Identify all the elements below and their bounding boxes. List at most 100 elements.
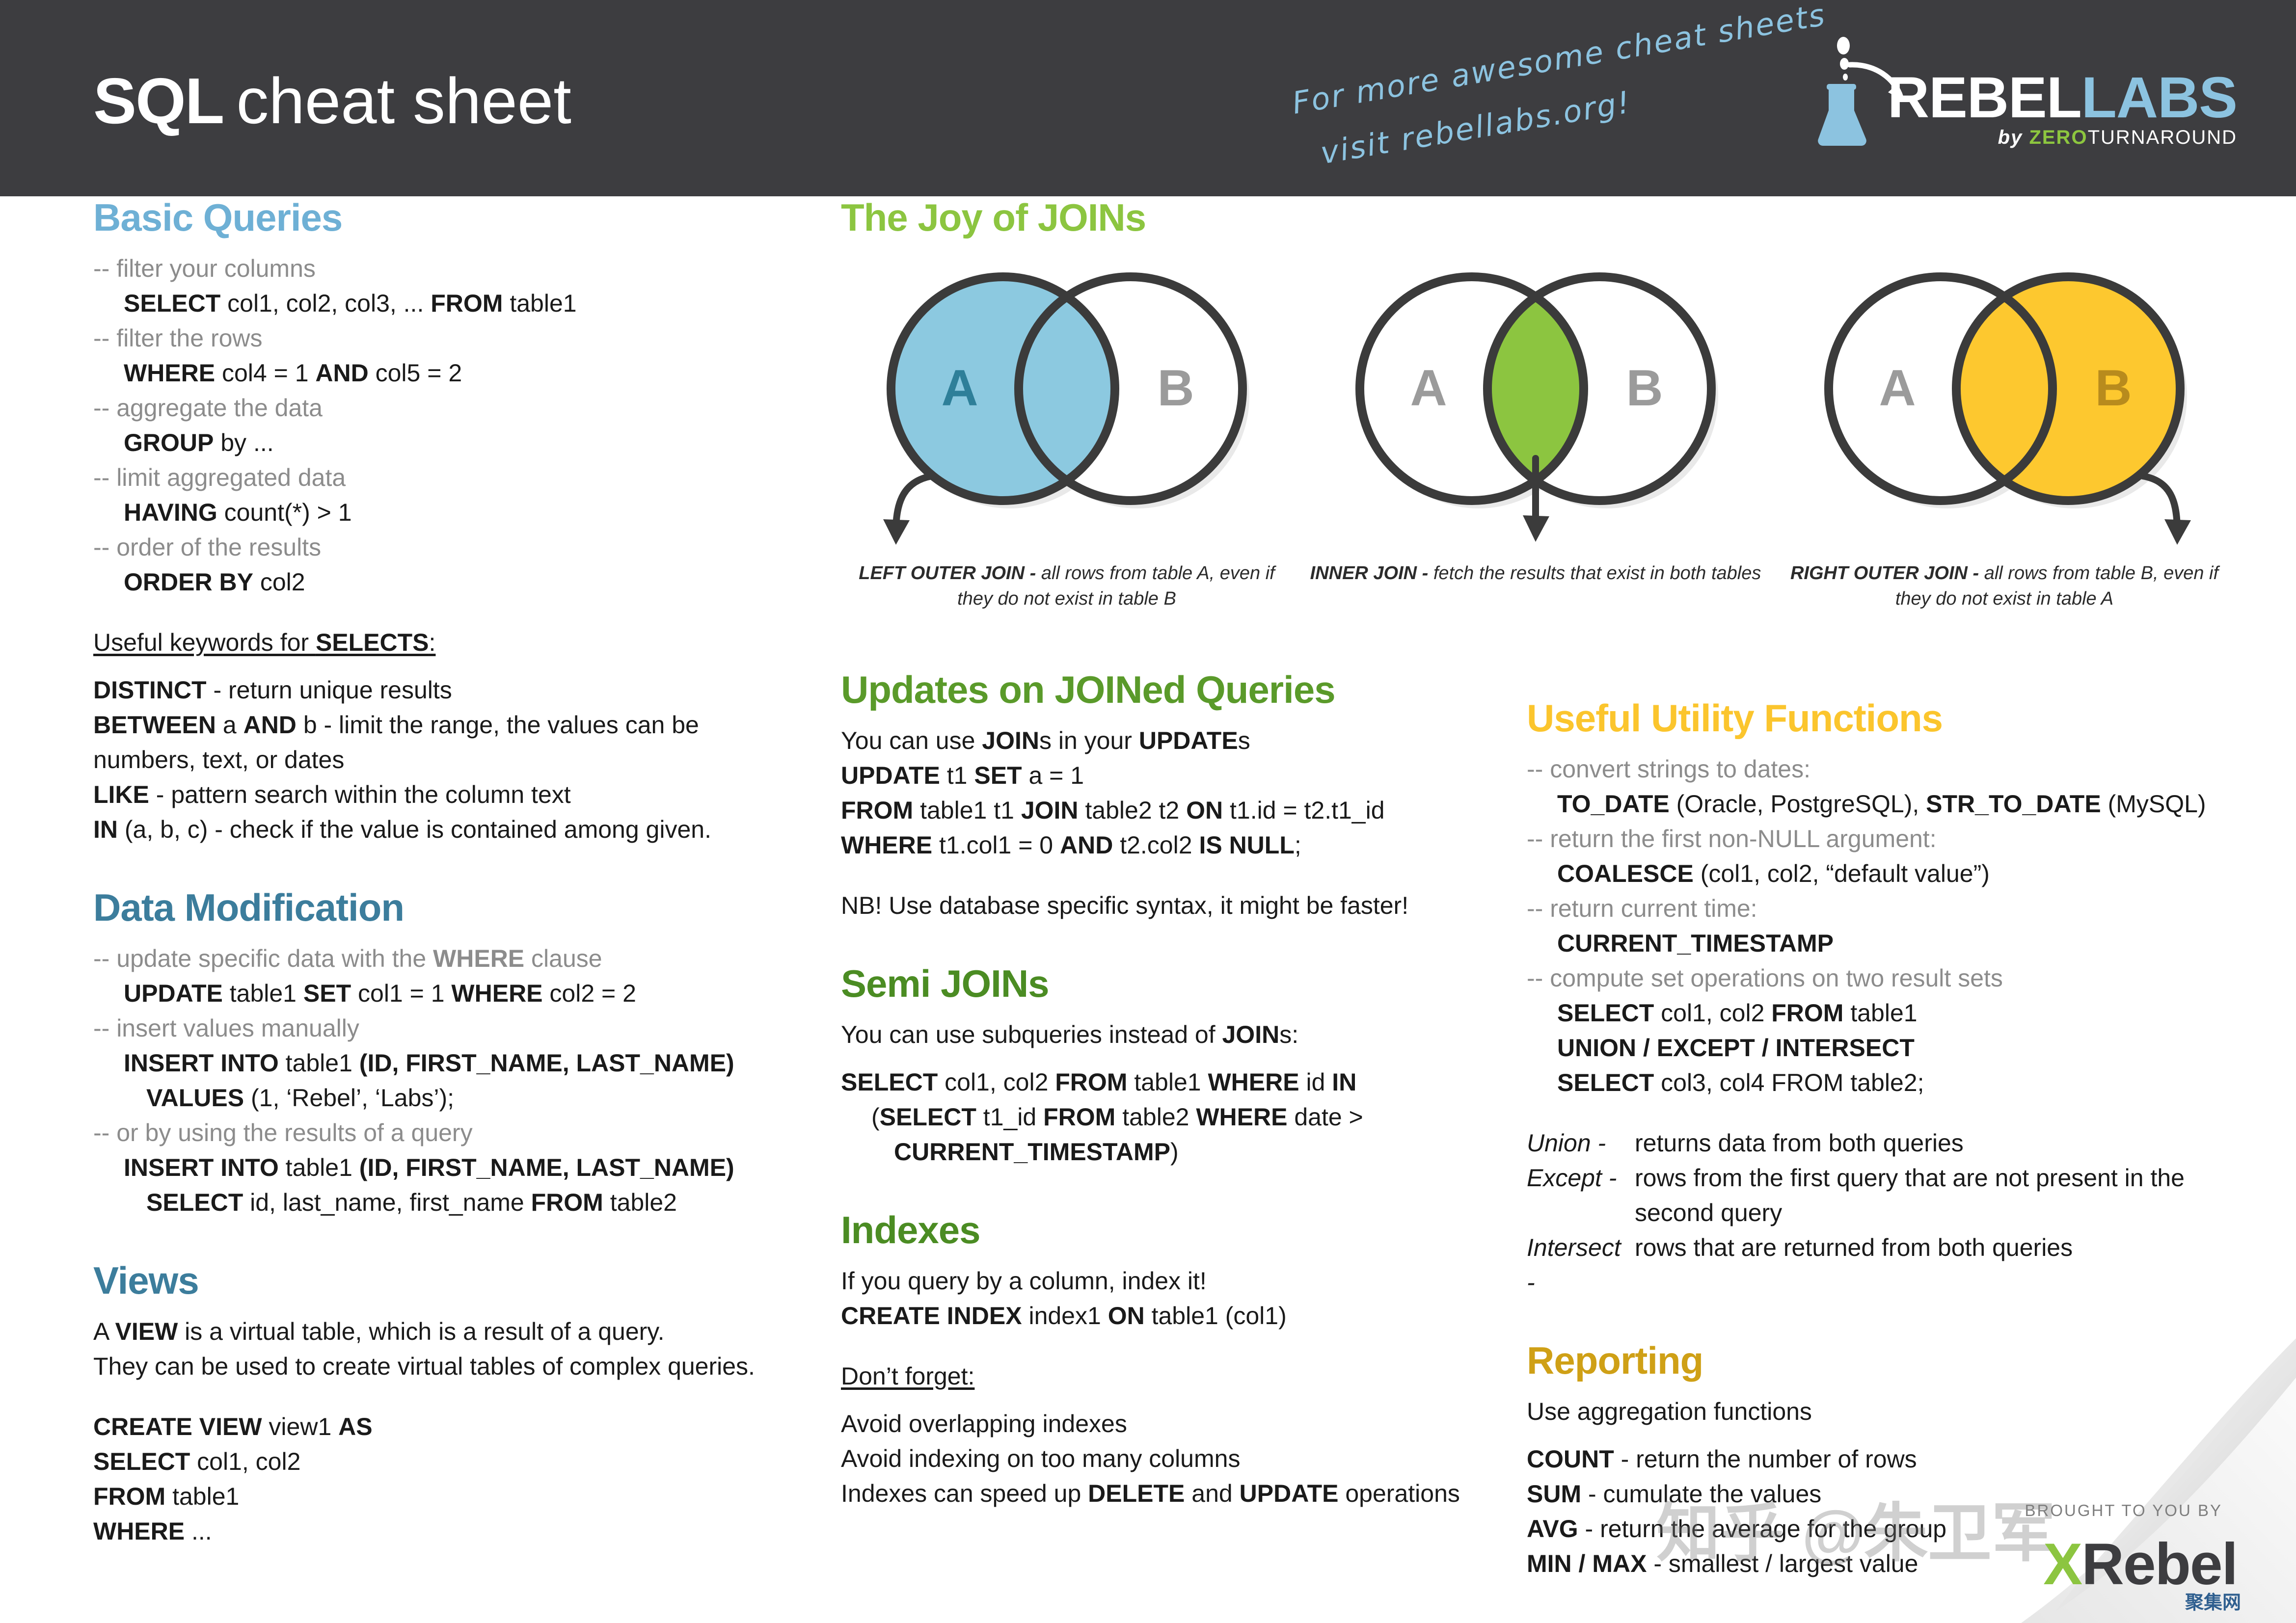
rebellabs-wordmark: REBELLABS [1887, 65, 2238, 130]
code-line: UNION / EXCEPT / INTERSECT [1557, 1034, 1915, 1062]
code-line: CURRENT_TIMESTAMP) [894, 1138, 1179, 1166]
code-line: FROM table1 t1 JOIN table2 t2 ON t1.id =… [841, 797, 1385, 824]
code-line: -- filter the rows [93, 324, 263, 352]
code-line: -- aggregate the data [93, 394, 323, 422]
set-operation-definitions: Union - returns data from both queries Exc… [1527, 1126, 2224, 1300]
code-line: -- limit aggregated data [93, 464, 346, 491]
svg-text:B: B [1157, 360, 1194, 417]
page-header: SQL cheat sheet For more awesome cheat sh… [0, 0, 2296, 196]
svg-text:A: A [1410, 360, 1447, 417]
set-operation-description: rows from the first query that are not p… [1635, 1164, 2185, 1226]
views-description: A VIEW is a virtual table, which is a re… [93, 1314, 800, 1384]
reporting-intro: Use aggregation functions [1527, 1398, 1812, 1425]
title-sql: SQL [93, 65, 224, 137]
code-line: GROUP by ... [124, 429, 274, 456]
title-cheat-sheet: cheat sheet [236, 65, 571, 137]
set-operation-definition-row: Intersect - rows that are returned from b… [1527, 1230, 2224, 1300]
keyword-line: DISTINCT - return unique results [93, 676, 452, 704]
section-heading-joy-of-joins: The Joy of JOINs [841, 196, 1146, 239]
code-line: CURRENT_TIMESTAMP [1557, 930, 1834, 957]
svg-text:A: A [941, 360, 978, 417]
views-desc-line: A VIEW is a virtual table, which is a re… [93, 1318, 665, 1345]
rebellabs-logo: REBELLABS by ZEROTURNAROUND [1803, 37, 2238, 150]
set-operation-definition-row: Union - returns data from both queries [1527, 1126, 2224, 1161]
useful-keywords-title: Useful keywords for SELECTS: [93, 629, 436, 656]
code-line: -- insert values manually [93, 1014, 359, 1042]
indexes-dont-forget-list: Avoid overlapping indexes Avoid indexing … [841, 1407, 1494, 1511]
code-line: INSERT INTO table1 (ID, FIRST_NAME, LAST… [124, 1049, 734, 1077]
index-tip-line: Indexes can speed up DELETE and UPDATE o… [841, 1480, 1460, 1507]
code-line: You can use JOINs in your UPDATEs [841, 727, 1250, 754]
code-line: WHERE t1.col1 = 0 AND t2.col2 IS NULL; [841, 831, 1301, 859]
views-code-block: CREATE VIEW view1 AS SELECT col1, col2 FRO… [93, 1410, 800, 1549]
set-operation-description: rows that are returned from both queries [1635, 1234, 2073, 1261]
code-line: TO_DATE (Oracle, PostgreSQL), STR_TO_DAT… [1557, 790, 2206, 818]
set-operation-description: returns data from both queries [1635, 1129, 1964, 1157]
brought-to-you-by-label: BROUGHT TO YOU BY [2025, 1501, 2222, 1519]
code-line: SELECT col1, col2 FROM table1 WHERE id I… [841, 1068, 1357, 1096]
code-line: INSERT INTO table1 (ID, FIRST_NAME, LAST… [124, 1154, 734, 1181]
rebellabs-flask-icon [1818, 37, 1866, 146]
xrebel-logo: XRebel [2043, 1531, 2238, 1597]
indexes-code: CREATE INDEX index1 ON table1 (col1) [841, 1302, 1287, 1330]
code-line: SELECT col1, col2 FROM table1 [1557, 999, 1918, 1027]
code-line: (SELECT t1_id FROM table2 WHERE date > [871, 1103, 1363, 1131]
section-heading-updates-on-joined: Updates on JOINed Queries [841, 668, 1336, 711]
code-line: -- return current time: [1527, 895, 1757, 922]
set-operation-term: Intersect - [1527, 1234, 1621, 1296]
code-line: -- compute set operations on two result … [1527, 964, 2003, 992]
code-line: SELECT col3, col4 FROM table2; [1557, 1069, 1924, 1096]
indexes-dont-forget-title: Don’t forget: [841, 1362, 975, 1390]
semi-joins-code-block: SELECT col1, col2 FROM table1 WHERE id I… [841, 1065, 1494, 1170]
views-desc-line: They can be used to create virtual table… [93, 1353, 755, 1380]
venn-diagram-left-outer-join: A B [841, 266, 1293, 545]
cn-site-tag: 聚集网 [2185, 1593, 2241, 1613]
code-line: -- filter your columns [93, 255, 316, 282]
updates-joined-code-block: You can use JOINs in your UPDATEs UPDATE … [841, 723, 1494, 863]
index-tip-line: Avoid indexing on too many columns [841, 1445, 1241, 1472]
code-line: COALESCE (col1, col2, “default value”) [1557, 860, 1990, 887]
section-heading-reporting: Reporting [1527, 1339, 1703, 1382]
section-heading-utility-functions: Useful Utility Functions [1527, 696, 1943, 740]
promo-text: For more awesome cheat sheets visit rebe… [1288, 0, 1868, 217]
column-right: Useful Utility Functions -- convert stri… [1527, 196, 2224, 1581]
code-line: SELECT id, last_name, first_name FROM ta… [146, 1189, 677, 1216]
rebellabs-tagline: by ZEROTURNAROUND [1998, 127, 2237, 148]
code-line: HAVING count(*) > 1 [124, 499, 352, 526]
basic-queries-code-block: -- filter your columns SELECT col1, col2,… [93, 251, 800, 600]
column-left: Basic Queries -- filter your columns SELE… [93, 196, 800, 1549]
code-line: -- or by using the results of a query [93, 1119, 473, 1146]
data-modification-code-block: -- update specific data with the WHERE c… [93, 941, 800, 1220]
code-line: VALUES (1, ‘Rebel’, ‘Labs’); [146, 1084, 455, 1112]
set-operation-definition-row: Except - rows from the first query that a… [1527, 1161, 2224, 1230]
keyword-line: LIKE - pattern search within the column … [93, 781, 571, 808]
venn-caption-left-outer-join: LEFT OUTER JOIN - all rows from table A,… [859, 563, 1275, 609]
sql-cheat-sheet-page: SQL cheat sheet For more awesome cheat sh… [0, 0, 2296, 1623]
code-line: SELECT col1, col2, col3, ... FROM table1 [124, 290, 577, 317]
semi-joins-intro: You can use subqueries instead of JOINs: [841, 1021, 1299, 1048]
column-middle: The Joy of JOINs A B LEFT OUTER JOIN - a… [841, 196, 2218, 1511]
code-line: -- update specific data with the WHERE c… [93, 945, 602, 972]
code-line: FROM table1 [93, 1483, 240, 1510]
code-line: -- convert strings to dates: [1527, 755, 1811, 783]
code-line: WHERE col4 = 1 AND col5 = 2 [124, 359, 462, 387]
code-line: SELECT col1, col2 [93, 1448, 301, 1475]
indexes-intro: If you query by a column, index it! [841, 1267, 1207, 1295]
code-line: WHERE ... [93, 1517, 212, 1545]
reporting-line: COUNT - return the number of rows [1527, 1445, 1917, 1473]
index-tip-line: Avoid overlapping indexes [841, 1410, 1127, 1437]
utility-functions-code-block: -- convert strings to dates: TO_DATE (Ora… [1527, 752, 2224, 1100]
useful-keywords-list: DISTINCT - return unique results BETWEEN … [93, 673, 800, 847]
code-line: UPDATE t1 SET a = 1 [841, 762, 1084, 789]
code-line: ORDER BY col2 [124, 568, 305, 596]
section-heading-indexes: Indexes [841, 1208, 980, 1251]
keyword-line: BETWEEN a AND b - limit the range, the v… [93, 711, 699, 773]
section-heading-views: Views [93, 1259, 199, 1302]
keyword-line: IN (a, b, c) - check if the value is con… [93, 816, 711, 843]
page-title: SQL cheat sheet [93, 64, 571, 138]
code-line: CREATE VIEW view1 AS [93, 1413, 373, 1440]
section-heading-semi-joins: Semi JOINs [841, 962, 1050, 1005]
code-line: -- order of the results [93, 533, 322, 561]
set-operation-term: Except - [1527, 1164, 1617, 1192]
code-line: -- return the first non-NULL argument: [1527, 825, 1937, 852]
